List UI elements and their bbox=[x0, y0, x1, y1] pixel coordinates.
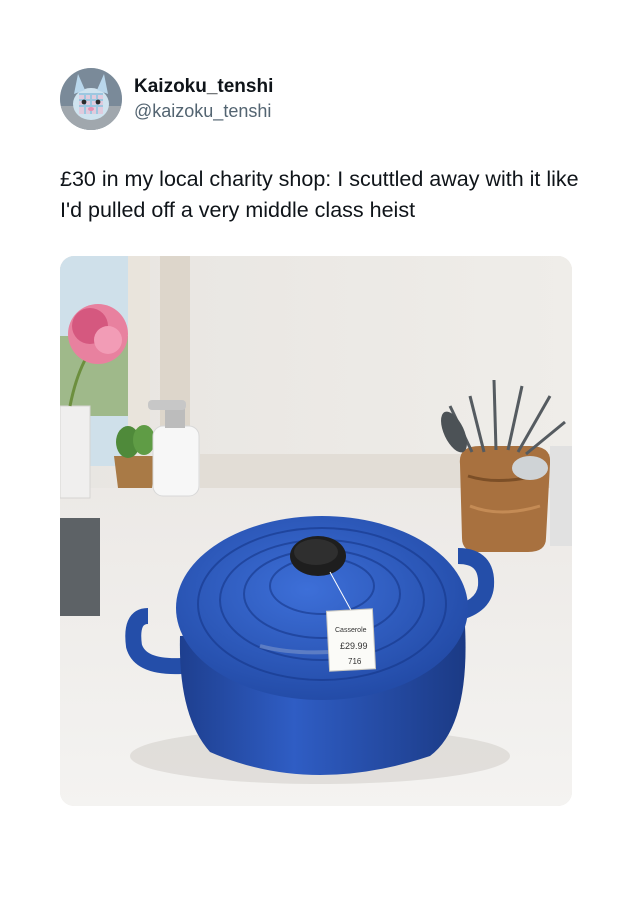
potted-plant bbox=[114, 425, 156, 488]
avatar[interactable] bbox=[60, 68, 122, 130]
tweet-text: £30 in my local charity shop: I scuttled… bbox=[60, 167, 579, 222]
tweet-photo[interactable]: Casserole £29.99 716 bbox=[60, 256, 572, 806]
price-tag-code: 716 bbox=[348, 657, 362, 666]
plush-toy-avatar-icon bbox=[60, 68, 122, 130]
price-tag-price: £29.99 bbox=[340, 641, 368, 651]
price-tag-item: Casserole bbox=[335, 627, 367, 634]
casserole-photo: Casserole £29.99 716 bbox=[60, 256, 572, 806]
display-name[interactable]: Kaizoku_tenshi bbox=[134, 75, 273, 99]
sink-edge bbox=[60, 518, 100, 616]
user-handle[interactable]: @kaizoku_tenshi bbox=[134, 99, 273, 123]
appliance-edge bbox=[550, 446, 572, 546]
tweet-header: Kaizoku_tenshi @kaizoku_tenshi bbox=[60, 68, 273, 130]
